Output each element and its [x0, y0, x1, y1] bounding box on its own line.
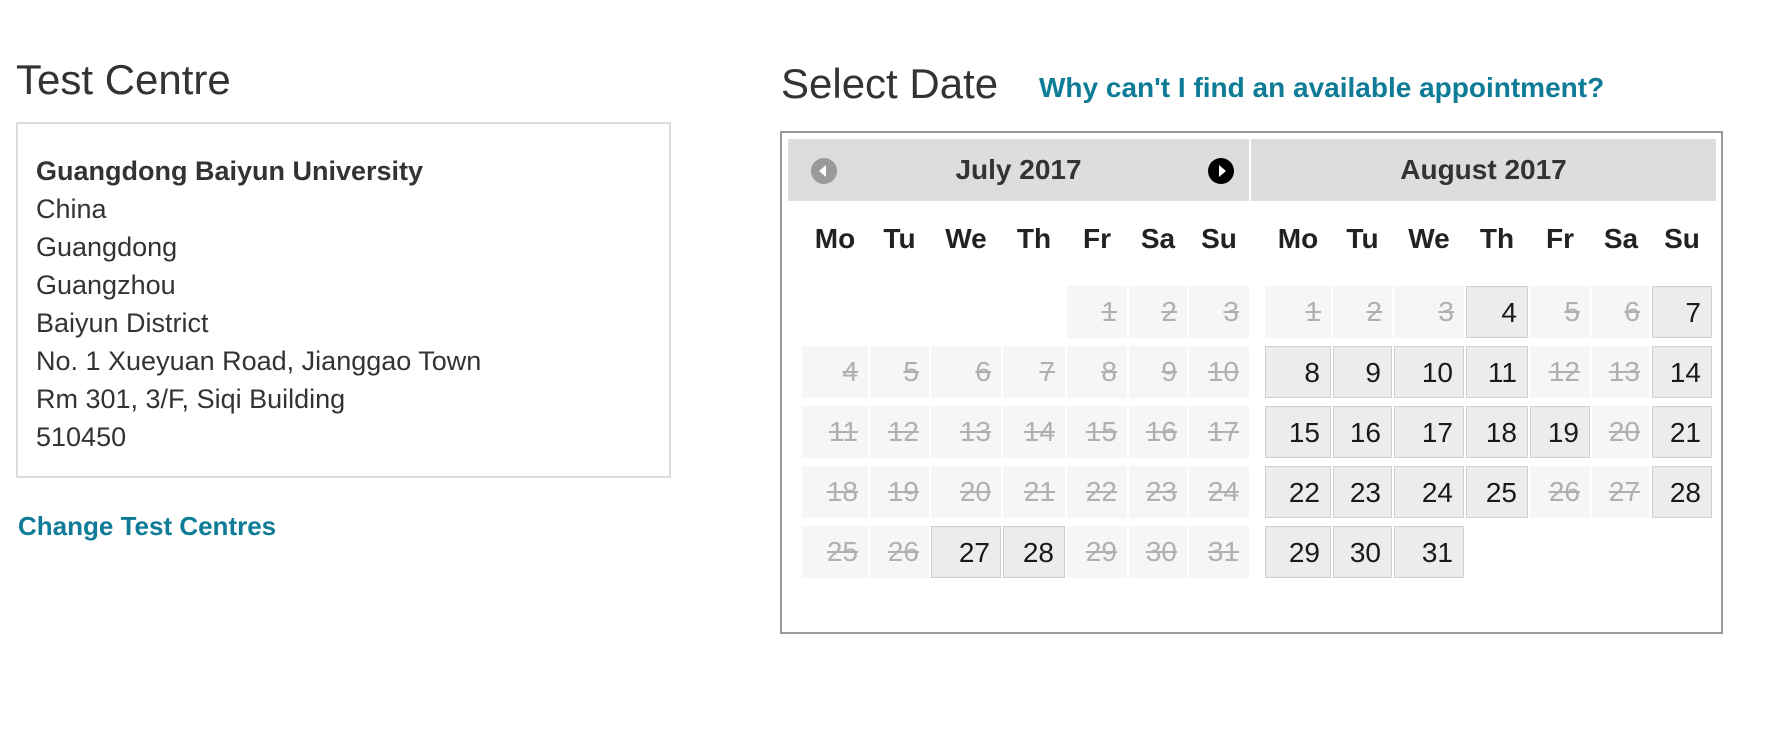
unavailable-date: 13 [931, 406, 1001, 458]
unavailable-date: 2 [1129, 286, 1187, 338]
unavailable-date: 17 [1189, 406, 1249, 458]
appointment-help-link[interactable]: Why can't I find an available appointmen… [1039, 72, 1604, 104]
unavailable-date: 18 [802, 466, 868, 518]
unavailable-date: 13 [1592, 346, 1650, 398]
weekday-sa: Sa [1140, 223, 1176, 254]
available-date[interactable]: 24 [1394, 466, 1464, 518]
available-date[interactable]: 30 [1333, 526, 1392, 578]
unavailable-date: 1 [1265, 286, 1331, 338]
address-province: Guangdong [36, 232, 178, 262]
available-date[interactable]: 4 [1466, 286, 1528, 338]
unavailable-date: 19 [870, 466, 929, 518]
unavailable-date: 2 [1333, 286, 1392, 338]
unavailable-date: 12 [870, 406, 929, 458]
available-date[interactable]: 28 [1652, 466, 1712, 518]
unavailable-date: 20 [1592, 406, 1650, 458]
available-date[interactable]: 29 [1265, 526, 1331, 578]
date-picker: July 2017 Mo Tu We Th Fr Sa Su 1 2 3 4 5 6 7 8 9 10 11 12… [780, 131, 1723, 634]
unavailable-date: 14 [1003, 406, 1065, 458]
unavailable-date: 31 [1189, 526, 1249, 578]
unavailable-date: 6 [1592, 286, 1650, 338]
unavailable-date: 27 [1592, 466, 1650, 518]
available-date[interactable]: 8 [1265, 346, 1331, 398]
unavailable-date: 22 [1067, 466, 1127, 518]
test-centre-name: Guangdong Baiyun University [36, 156, 424, 186]
available-date[interactable]: 7 [1652, 286, 1712, 338]
unavailable-date: 15 [1067, 406, 1127, 458]
weekday-su: Su [1664, 223, 1700, 254]
available-date[interactable]: 25 [1466, 466, 1528, 518]
weekday-tu: Tu [883, 223, 916, 254]
unavailable-date: 12 [1530, 346, 1590, 398]
weekday-sa: Sa [1603, 223, 1639, 254]
unavailable-date: 26 [1530, 466, 1590, 518]
address-country: China [36, 194, 107, 224]
unavailable-date: 8 [1067, 346, 1127, 398]
available-date[interactable]: 18 [1466, 406, 1528, 458]
unavailable-date: 30 [1129, 526, 1187, 578]
available-date[interactable]: 21 [1652, 406, 1712, 458]
available-date[interactable]: 15 [1265, 406, 1331, 458]
test-centre-address-box: Guangdong Baiyun University China Guangd… [16, 122, 671, 478]
available-date[interactable]: 9 [1333, 346, 1392, 398]
month-title: August 2017 [1251, 139, 1716, 201]
available-date[interactable]: 19 [1530, 406, 1590, 458]
unavailable-date: 23 [1129, 466, 1187, 518]
unavailable-date: 11 [802, 406, 868, 458]
unavailable-date: 4 [802, 346, 868, 398]
unavailable-date: 3 [1189, 286, 1249, 338]
address-postcode: 510450 [36, 422, 127, 452]
available-date[interactable]: 10 [1394, 346, 1464, 398]
unavailable-date: 29 [1067, 526, 1127, 578]
weekday-th: Th [1479, 223, 1515, 254]
weekday-mo: Mo [814, 223, 856, 254]
unavailable-date: 10 [1189, 346, 1249, 398]
available-date[interactable]: 16 [1333, 406, 1392, 458]
weekday-fr: Fr [1083, 223, 1111, 254]
available-date[interactable]: 28 [1003, 526, 1065, 578]
weekday-fr: Fr [1546, 223, 1574, 254]
unavailable-date: 9 [1129, 346, 1187, 398]
circle-arrow-right-icon[interactable] [1208, 158, 1234, 184]
available-date[interactable]: 31 [1394, 526, 1464, 578]
available-date[interactable]: 11 [1466, 346, 1528, 398]
unavailable-date: 6 [931, 346, 1001, 398]
weekday-we: We [945, 223, 987, 254]
address-city: Guangzhou [36, 270, 176, 300]
weekday-we: We [1408, 223, 1450, 254]
available-date[interactable]: 17 [1394, 406, 1464, 458]
available-date[interactable]: 23 [1333, 466, 1392, 518]
address-building: Rm 301, 3/F, Siqi Building [36, 384, 346, 414]
address-district: Baiyun District [36, 308, 209, 338]
unavailable-date: 25 [802, 526, 868, 578]
available-date[interactable]: 27 [931, 526, 1001, 578]
weekday-th: Th [1016, 223, 1052, 254]
unavailable-date: 5 [1530, 286, 1590, 338]
unavailable-date: 26 [870, 526, 929, 578]
address-street: No. 1 Xueyuan Road, Jianggao Town [36, 346, 482, 376]
available-date[interactable]: 14 [1652, 346, 1712, 398]
unavailable-date: 16 [1129, 406, 1187, 458]
unavailable-date: 1 [1067, 286, 1127, 338]
circle-arrow-left-icon[interactable] [811, 158, 837, 184]
weekday-su: Su [1201, 223, 1237, 254]
unavailable-date: 21 [1003, 466, 1065, 518]
select-date-heading: Select Date [781, 60, 999, 107]
month-title: July 2017 [788, 139, 1249, 201]
change-test-centres-link[interactable]: Change Test Centres [18, 511, 276, 542]
unavailable-date: 3 [1394, 286, 1464, 338]
unavailable-date: 5 [870, 346, 929, 398]
weekday-mo: Mo [1277, 223, 1319, 254]
unavailable-date: 20 [931, 466, 1001, 518]
test-centre-heading: Test Centre [16, 56, 231, 103]
unavailable-date: 7 [1003, 346, 1065, 398]
weekday-tu: Tu [1346, 223, 1379, 254]
available-date[interactable]: 22 [1265, 466, 1331, 518]
unavailable-date: 24 [1189, 466, 1249, 518]
